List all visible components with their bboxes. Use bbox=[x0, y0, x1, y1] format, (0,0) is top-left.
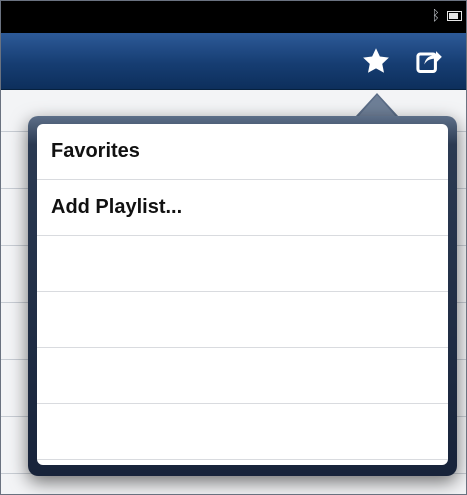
menu-item-empty bbox=[37, 292, 448, 348]
battery-icon bbox=[447, 11, 462, 21]
share-icon[interactable] bbox=[413, 45, 445, 77]
menu-item-empty bbox=[37, 236, 448, 292]
menu-item-favorites[interactable]: Favorites bbox=[37, 124, 448, 180]
popover-menu: Favorites Add Playlist... bbox=[37, 124, 448, 465]
app-window: ᛒ Favorites Add Playlist... bbox=[0, 0, 467, 495]
star-icon[interactable] bbox=[360, 45, 392, 77]
navigation-bar bbox=[1, 33, 466, 90]
status-bar: ᛒ bbox=[1, 1, 466, 33]
favorites-popover: Favorites Add Playlist... bbox=[28, 116, 457, 476]
menu-item-empty bbox=[37, 404, 448, 460]
menu-item-add-playlist[interactable]: Add Playlist... bbox=[37, 180, 448, 236]
menu-item-empty bbox=[37, 348, 448, 404]
popover-arrow-highlight bbox=[358, 95, 396, 117]
bluetooth-icon: ᛒ bbox=[431, 8, 440, 24]
